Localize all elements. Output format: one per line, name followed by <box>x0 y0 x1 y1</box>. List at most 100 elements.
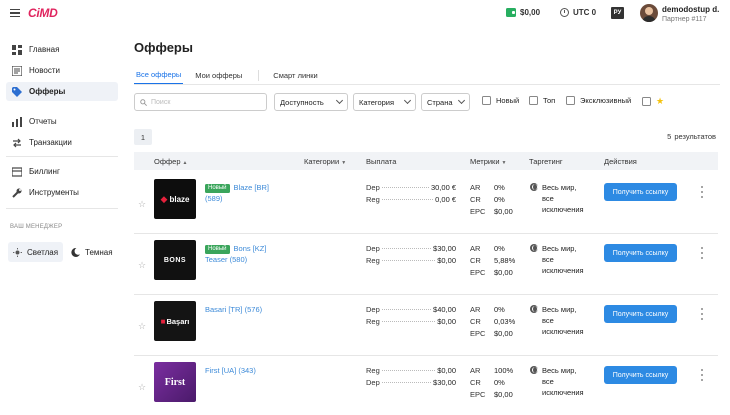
offer-name[interactable]: First [UA] (343) <box>205 365 280 376</box>
user-role: Партнер #117 <box>662 16 707 23</box>
column-payout: Выплата <box>366 157 397 166</box>
offer-name-text: First [UA] <box>205 366 237 375</box>
sidebar-item-tools[interactable]: Инструменты <box>6 183 118 202</box>
transactions-icon <box>13 138 21 147</box>
billing-icon <box>12 166 22 177</box>
favorite-checkbox[interactable] <box>642 97 651 106</box>
metric-epc: $0,00 <box>494 268 513 277</box>
results-label: результатов <box>674 132 716 141</box>
offer-name[interactable]: Новый Blaze [BR] (589) <box>205 182 280 204</box>
offer-thumbnail[interactable]: ■ Başarı <box>154 301 196 341</box>
country-select[interactable]: Страна <box>421 93 470 111</box>
payouts: Reg $0,00 Dep $30,00 <box>366 365 456 389</box>
favorite-star-icon[interactable]: ☆ <box>138 382 146 393</box>
metric-cr: 0% <box>494 195 505 204</box>
top-checkbox[interactable] <box>529 96 538 105</box>
sidebar-item-billing[interactable]: Биллинг <box>6 162 118 181</box>
tabs-divider <box>134 84 720 85</box>
globe-icon <box>530 244 538 252</box>
sort-icon: ▼ <box>341 160 347 166</box>
metric-epc: $0,00 <box>494 329 513 338</box>
column-offer[interactable]: Оффер ▲ <box>154 157 187 166</box>
targeting-text: Весь мир, все исключения <box>542 305 584 334</box>
offer-name[interactable]: Basari [TR] (576) <box>205 304 280 315</box>
sidebar-item-reports[interactable]: Отчеты <box>6 112 118 131</box>
more-options-icon[interactable] <box>700 186 704 198</box>
metric-ar: 0% <box>494 183 505 192</box>
sidebar-divider <box>6 156 118 157</box>
column-metrics[interactable]: Метрики ▼ <box>470 157 506 166</box>
payouts: Dep $40,00 Reg $0,00 <box>366 304 456 328</box>
payout-value: $0,00 <box>437 317 456 326</box>
metrics: AR 100% CR 0% EPC $0,00 <box>470 365 516 401</box>
offer-thumbnail[interactable]: First <box>154 362 196 402</box>
tab-my-offers[interactable]: Мои офферы <box>193 66 244 84</box>
sidebar-item-offers[interactable]: Офферы <box>6 82 118 101</box>
filter-exclusive[interactable]: Эксклюзивный <box>566 96 631 105</box>
targeting: Весь мир, все исключения <box>530 304 588 334</box>
get-link-button[interactable]: Получить ссылку <box>604 244 677 262</box>
offer-thumbnail[interactable]: ◆ blaze <box>154 179 196 219</box>
get-link-button[interactable]: Получить ссылку <box>604 183 677 201</box>
new-checkbox[interactable] <box>482 96 491 105</box>
metrics: AR 0% CR 0% EPC $0,00 <box>470 182 516 218</box>
filter-favorite[interactable]: ★ <box>642 96 664 107</box>
avatar[interactable] <box>640 4 658 22</box>
page-button-1[interactable]: 1 <box>134 129 152 145</box>
logo[interactable]: CiMD <box>28 6 58 20</box>
metric-epc: $0,00 <box>494 390 513 399</box>
sidebar-item-label: Главная <box>29 45 60 54</box>
offer-id: (576) <box>244 305 263 314</box>
offer-name[interactable]: Новый Bons [KZ] Teaser (580) <box>205 243 280 265</box>
theme-dark-button[interactable]: Темная <box>66 242 118 262</box>
page-title: Офферы <box>134 40 193 55</box>
theme-light-label: Светлая <box>27 247 59 257</box>
user-menu[interactable]: demodostup d. Партнер #117 <box>662 5 719 25</box>
sidebar-item-news[interactable]: Новости <box>6 61 118 80</box>
favorite-star-icon[interactable]: ☆ <box>138 199 146 210</box>
metric-cr: 0,03% <box>494 317 516 326</box>
sidebar-item-transactions[interactable]: Транзакции <box>6 133 118 152</box>
offer-name-text: Blaze [BR] <box>233 183 269 192</box>
targeting-text: Весь мир, все исключения <box>542 183 584 212</box>
more-options-icon[interactable] <box>700 369 704 381</box>
offer-thumbnail[interactable]: BONS <box>154 240 196 280</box>
favorite-star-icon[interactable]: ☆ <box>138 321 146 332</box>
blaze-logo-icon: ◆ <box>160 193 168 204</box>
offer-tabs: Все офферы Мои офферы Смарт линки <box>134 66 334 84</box>
targeting: Весь мир, все исключения <box>530 182 588 212</box>
sidebar-item-label: Офферы <box>29 87 66 96</box>
filters-bar: Доступность Категория Страна Новый Топ Э… <box>134 93 720 111</box>
payout-label: Reg <box>366 317 380 326</box>
payout-label: Reg <box>366 195 380 204</box>
sun-icon <box>13 247 22 257</box>
offer-name-text: Basari [TR] <box>205 305 243 314</box>
timezone[interactable]: UTC 0 <box>560 8 596 17</box>
sidebar-item-dashboard[interactable]: Главная <box>6 40 118 59</box>
get-link-button[interactable]: Получить ссылку <box>604 305 677 323</box>
search-icon <box>140 98 147 106</box>
filter-new[interactable]: Новый <box>482 96 519 105</box>
balance[interactable]: $0,00 <box>506 8 540 17</box>
user-name: demodostup d. <box>662 5 720 14</box>
theme-light-button[interactable]: Светлая <box>8 242 64 262</box>
thumb-text: blaze <box>169 194 190 204</box>
menu-icon[interactable] <box>10 9 20 18</box>
tab-smart-links[interactable]: Смарт линки <box>271 66 319 84</box>
sidebar-item-label: Новости <box>29 66 60 75</box>
chevron-down-icon <box>335 96 344 105</box>
exclusive-checkbox[interactable] <box>566 96 575 105</box>
filter-top[interactable]: Топ <box>529 96 555 105</box>
tab-all-offers[interactable]: Все офферы <box>134 66 184 84</box>
search-input[interactable] <box>151 98 261 106</box>
category-select[interactable]: Категория <box>353 93 416 111</box>
availability-select[interactable]: Доступность <box>274 93 348 111</box>
thumb-text: BONS <box>163 256 187 264</box>
more-options-icon[interactable] <box>700 308 704 320</box>
favorite-star-icon[interactable]: ☆ <box>138 260 146 271</box>
search-box[interactable] <box>134 93 267 111</box>
language-switch[interactable]: РУ <box>611 7 624 19</box>
get-link-button[interactable]: Получить ссылку <box>604 366 677 384</box>
column-categories[interactable]: Категории ▼ <box>304 157 346 166</box>
more-options-icon[interactable] <box>700 247 704 259</box>
